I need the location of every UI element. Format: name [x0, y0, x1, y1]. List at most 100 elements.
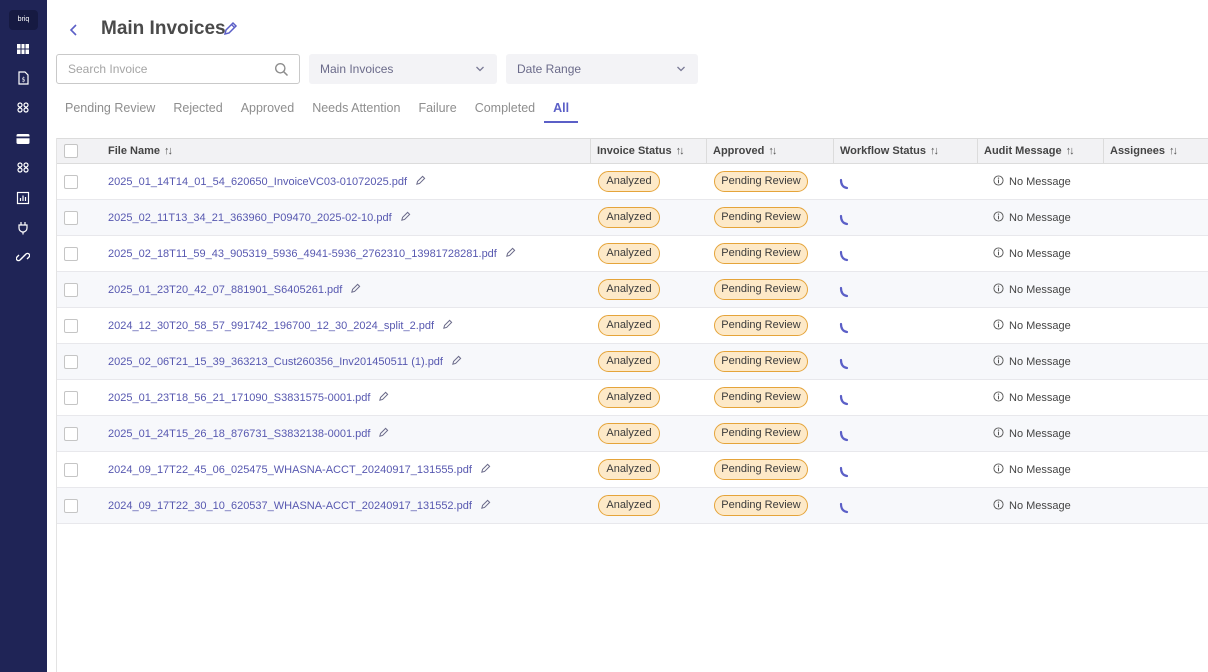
- search-input[interactable]: [57, 55, 257, 83]
- audit-message-cell: No Message: [993, 175, 1071, 188]
- tab-rejected[interactable]: Rejected: [164, 97, 231, 123]
- approval-status-badge: Pending Review: [714, 315, 808, 336]
- tab-failure[interactable]: Failure: [409, 97, 465, 123]
- sort-icon[interactable]: ↑↓: [676, 145, 685, 157]
- edit-pencil-icon[interactable]: [415, 175, 426, 186]
- workflow-spinner-icon: [839, 466, 849, 478]
- table-row[interactable]: 2025_02_06T21_15_39_363213_Cust260356_In…: [57, 344, 1208, 380]
- row-checkbox[interactable]: [64, 355, 78, 369]
- app-root: briq $ Main Invoices Search Invoice Main…: [0, 0, 1208, 672]
- file-name-link[interactable]: 2024_12_30T20_58_57_991742_196700_12_30_…: [108, 320, 434, 332]
- edit-pencil-icon[interactable]: [480, 499, 491, 510]
- edit-pencil-icon[interactable]: [505, 247, 516, 258]
- table-row[interactable]: 2025_02_11T13_34_21_363960_P09470_2025-0…: [57, 200, 1208, 236]
- workflow-link-icon[interactable]: [12, 97, 34, 117]
- table-row[interactable]: 2025_01_23T18_56_21_171090_S3831575-0001…: [57, 380, 1208, 416]
- row-checkbox[interactable]: [64, 427, 78, 441]
- bar-chart-icon[interactable]: [12, 188, 34, 208]
- col-file-name[interactable]: File Name ↑↓: [87, 139, 591, 163]
- edit-pencil-icon[interactable]: [480, 463, 491, 474]
- edit-title-pencil-icon[interactable]: [222, 21, 238, 37]
- info-icon: [993, 175, 1004, 186]
- search-icon[interactable]: [274, 62, 289, 77]
- table-row[interactable]: 2025_01_23T20_42_07_881901_S6405261.pdf A…: [57, 272, 1208, 308]
- row-checkbox[interactable]: [64, 211, 78, 225]
- edit-pencil-icon[interactable]: [378, 427, 389, 438]
- invoice-group-select[interactable]: Main Invoices: [309, 54, 497, 84]
- back-button[interactable]: [64, 20, 84, 40]
- invoice-status-badge: Analyzed: [598, 207, 660, 228]
- file-name-link[interactable]: 2024_09_17T22_45_06_025475_WHASNA-ACCT_2…: [108, 464, 472, 476]
- tab-completed[interactable]: Completed: [466, 97, 544, 123]
- row-checkbox[interactable]: [64, 319, 78, 333]
- edit-pencil-icon[interactable]: [350, 283, 361, 294]
- row-checkbox[interactable]: [64, 175, 78, 189]
- chain-link-icon[interactable]: [12, 247, 34, 267]
- file-name-cell: 2025_01_23T20_42_07_881901_S6405261.pdf: [108, 283, 361, 296]
- audit-message-text: No Message: [1009, 356, 1071, 368]
- invoice-status-badge: Analyzed: [598, 351, 660, 372]
- sidebar: briq $: [0, 0, 47, 672]
- sort-icon[interactable]: ↑↓: [930, 145, 939, 157]
- table-row[interactable]: 2024_12_30T20_58_57_991742_196700_12_30_…: [57, 308, 1208, 344]
- briq-logo[interactable]: briq: [9, 10, 38, 30]
- table-row[interactable]: 2025_01_24T15_26_18_876731_S3832138-0001…: [57, 416, 1208, 452]
- invoice-status-badge: Analyzed: [598, 387, 660, 408]
- edit-pencil-icon[interactable]: [378, 391, 389, 402]
- table-row[interactable]: 2025_01_14T14_01_54_620650_InvoiceVC03-0…: [57, 164, 1208, 200]
- row-checkbox[interactable]: [64, 247, 78, 261]
- row-checkbox[interactable]: [64, 463, 78, 477]
- invoice-document-icon[interactable]: $: [12, 68, 34, 88]
- tab-approved[interactable]: Approved: [232, 97, 304, 123]
- file-name-link[interactable]: 2025_01_23T20_42_07_881901_S6405261.pdf: [108, 284, 342, 296]
- row-checkbox[interactable]: [64, 499, 78, 513]
- edit-pencil-icon[interactable]: [442, 319, 453, 330]
- table-row[interactable]: 2024_09_17T22_45_06_025475_WHASNA-ACCT_2…: [57, 452, 1208, 488]
- col-workflow-status[interactable]: Workflow Status ↑↓: [834, 139, 978, 163]
- info-icon: [993, 499, 1004, 510]
- sort-icon[interactable]: ↑↓: [1169, 145, 1178, 157]
- col-workflow-status-label: Workflow Status: [840, 145, 926, 157]
- file-name-link[interactable]: 2025_02_06T21_15_39_363213_Cust260356_In…: [108, 356, 443, 368]
- edit-pencil-icon[interactable]: [400, 211, 411, 222]
- row-checkbox[interactable]: [64, 391, 78, 405]
- select-all-checkbox[interactable]: [64, 144, 78, 158]
- workflow-link-icon[interactable]: [12, 157, 34, 177]
- credit-card-icon[interactable]: [12, 129, 34, 149]
- plug-icon[interactable]: [12, 218, 34, 238]
- file-name-link[interactable]: 2025_01_14T14_01_54_620650_InvoiceVC03-0…: [108, 176, 407, 188]
- tab-all[interactable]: All: [544, 97, 579, 123]
- approval-status-badge: Pending Review: [714, 387, 808, 408]
- file-name-link[interactable]: 2025_02_18T11_59_43_905319_5936_4941-593…: [108, 248, 497, 260]
- file-name-link[interactable]: 2025_01_23T18_56_21_171090_S3831575-0001…: [108, 392, 370, 404]
- file-name-link[interactable]: 2025_02_11T13_34_21_363960_P09470_2025-0…: [108, 212, 392, 224]
- file-name-cell: 2025_02_06T21_15_39_363213_Cust260356_In…: [108, 355, 462, 368]
- file-name-cell: 2024_09_17T22_45_06_025475_WHASNA-ACCT_2…: [108, 463, 491, 476]
- table-row[interactable]: 2024_09_17T22_30_10_620537_WHASNA-ACCT_2…: [57, 488, 1208, 524]
- audit-message-cell: No Message: [993, 427, 1071, 440]
- edit-pencil-icon[interactable]: [451, 355, 462, 366]
- col-invoice-status-label: Invoice Status: [597, 145, 672, 157]
- invoice-status-badge: Analyzed: [598, 495, 660, 516]
- row-checkbox[interactable]: [64, 283, 78, 297]
- tab-pending-review[interactable]: Pending Review: [56, 97, 164, 123]
- sort-icon[interactable]: ↑↓: [768, 145, 777, 157]
- col-assignees[interactable]: Assignees ↑↓: [1104, 139, 1208, 163]
- col-invoice-status[interactable]: Invoice Status ↑↓: [591, 139, 707, 163]
- col-approved[interactable]: Approved ↑↓: [707, 139, 834, 163]
- audit-message-cell: No Message: [993, 355, 1071, 368]
- audit-message-cell: No Message: [993, 499, 1071, 512]
- approval-status-badge: Pending Review: [714, 207, 808, 228]
- table-row[interactable]: 2025_02_18T11_59_43_905319_5936_4941-593…: [57, 236, 1208, 272]
- file-name-link[interactable]: 2025_01_24T15_26_18_876731_S3832138-0001…: [108, 428, 370, 440]
- col-audit-message[interactable]: Audit Message ↑↓: [978, 139, 1104, 163]
- sort-icon[interactable]: ↑↓: [164, 145, 173, 157]
- chevron-left-icon: [69, 24, 77, 36]
- invoice-status-badge: Analyzed: [598, 243, 660, 264]
- sort-icon[interactable]: ↑↓: [1066, 145, 1075, 157]
- tab-needs-attention[interactable]: Needs Attention: [303, 97, 409, 123]
- grid-icon[interactable]: [12, 39, 34, 59]
- date-range-select[interactable]: Date Range: [506, 54, 698, 84]
- file-name-link[interactable]: 2024_09_17T22_30_10_620537_WHASNA-ACCT_2…: [108, 500, 472, 512]
- audit-message-text: No Message: [1009, 428, 1071, 440]
